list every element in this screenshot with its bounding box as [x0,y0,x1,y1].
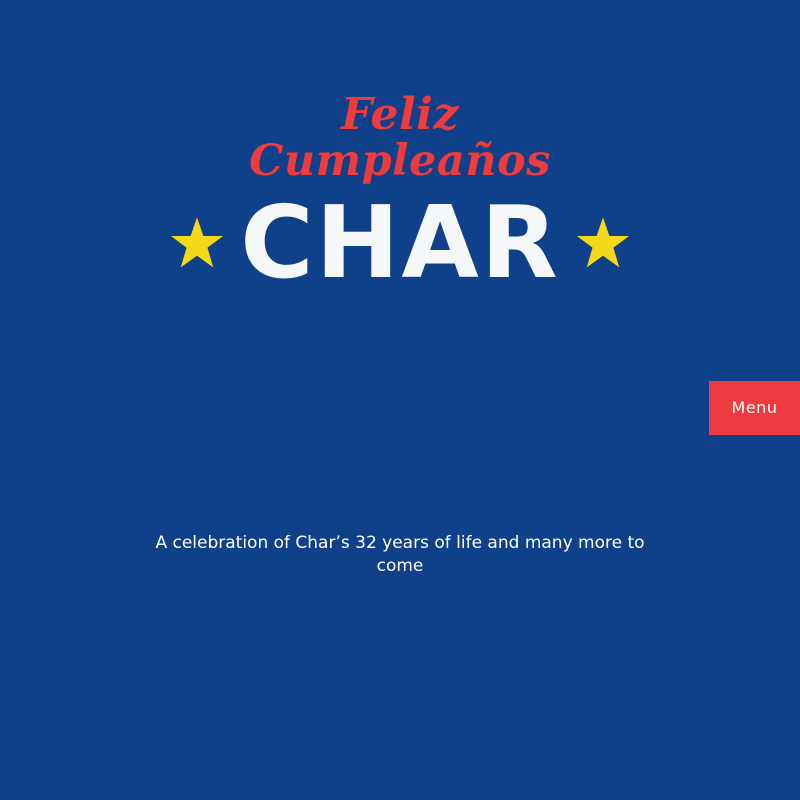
celebrant-name: CHAR [240,184,560,301]
name-row: CHAR [0,188,800,298]
right-star-icon [576,217,629,268]
greeting-line-1: Feliz [341,89,459,140]
hero-heading: Feliz Cumpleaños [0,89,800,186]
tagline: A celebration of Char’s 32 years of life… [155,533,645,576]
menu-button[interactable]: Menu [709,381,800,435]
left-star-icon [171,217,224,268]
star-icon [168,214,226,272]
greeting-line-2: Cumpleaños [249,136,551,186]
star-icon [574,214,632,272]
